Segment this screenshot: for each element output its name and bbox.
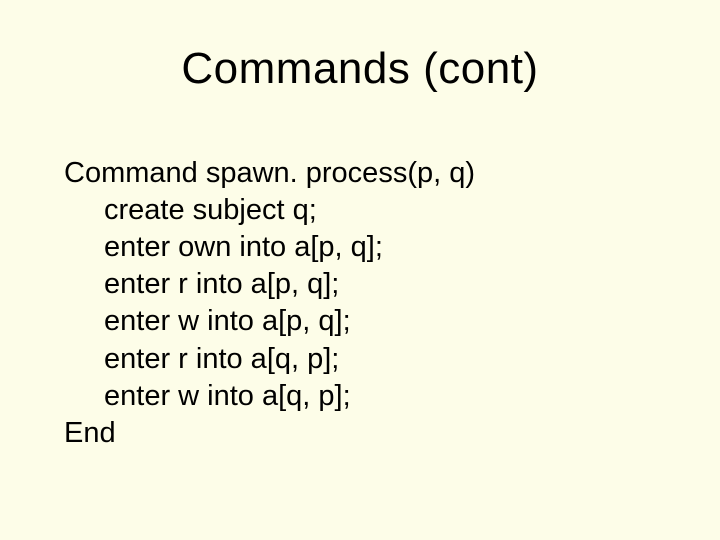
command-end: End (64, 415, 660, 452)
command-step: enter w into a[q, p]; (64, 378, 660, 415)
command-step: create subject q; (64, 192, 660, 229)
command-header: Command spawn. process(p, q) (64, 155, 660, 192)
command-step: enter r into a[p, q]; (64, 266, 660, 303)
command-step: enter w into a[p, q]; (64, 303, 660, 340)
slide-body: Command spawn. process(p, q) create subj… (64, 155, 660, 452)
command-step: enter r into a[q, p]; (64, 341, 660, 378)
command-step: enter own into a[p, q]; (64, 229, 660, 266)
slide: Commands (cont) Command spawn. process(p… (0, 0, 720, 540)
slide-title: Commands (cont) (0, 44, 720, 94)
